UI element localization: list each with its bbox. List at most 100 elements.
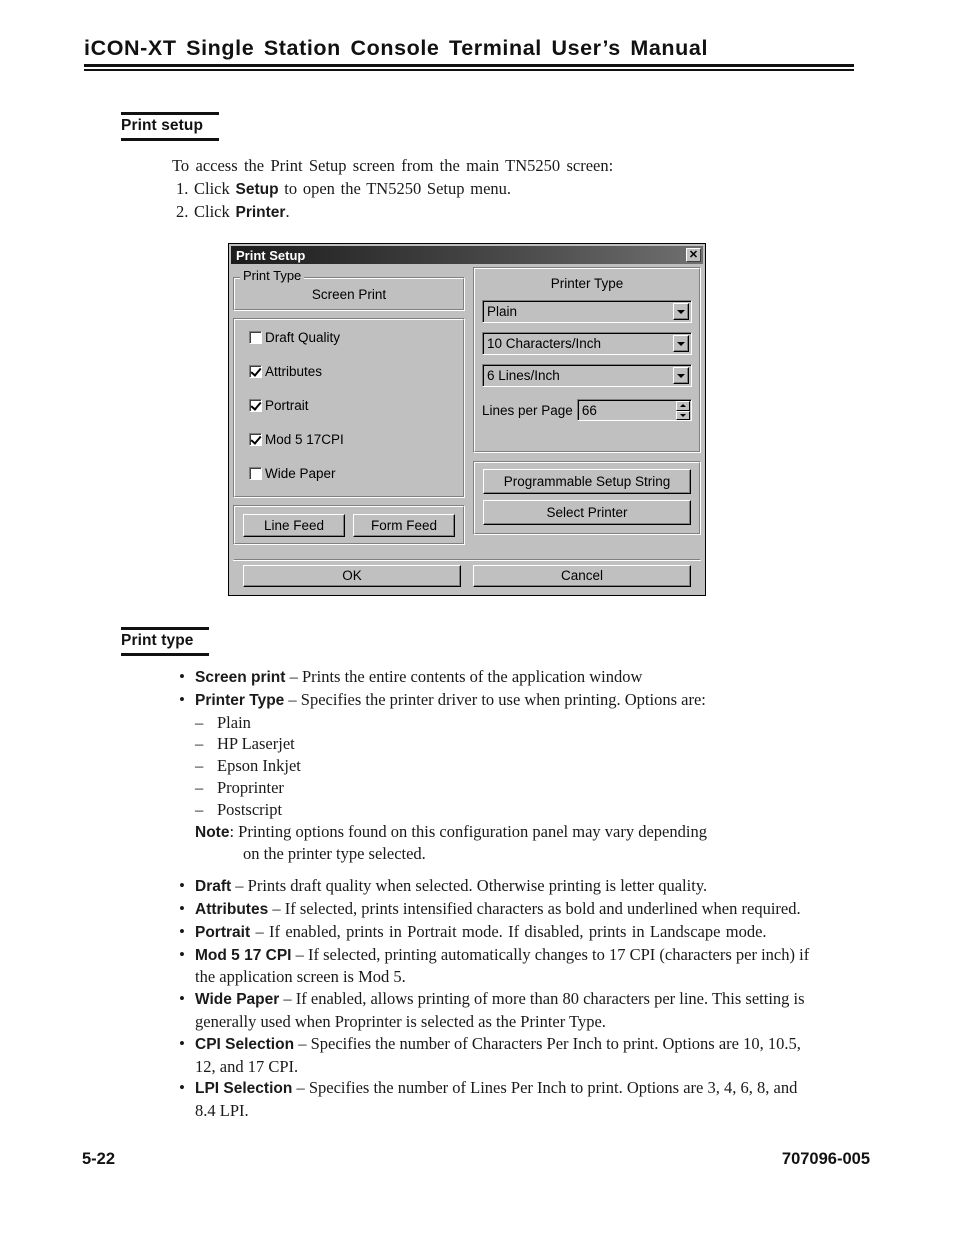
printer-option-label: Postscript	[217, 799, 283, 819]
dialog-body: Print Type Screen Print Draft Quality At…	[233, 267, 701, 591]
note-block: Note: Printing options found on this con…	[171, 821, 821, 866]
feed-buttons-group-inner: Line Feed Form Feed	[234, 506, 464, 544]
checkbox-portrait-icon[interactable]	[249, 398, 262, 412]
intro-step-1: 1. Click Setup to open the TN5250 Setup m…	[172, 178, 812, 202]
dialog-right-column: Printer Type Plain 10 Characters/Inch 6 …	[473, 267, 701, 535]
dash-marker: –	[195, 756, 204, 776]
arrow-down-glyph	[680, 413, 686, 417]
bullet-printer-type: • Printer Type – Specifies the printer d…	[171, 689, 821, 712]
checkbox-draft-quality-icon[interactable]	[249, 330, 262, 344]
page-header: iCON-XT Single Station Console Terminal …	[84, 36, 854, 71]
chevron-down-icon[interactable]	[673, 367, 689, 384]
printer-type-title: Printer Type	[550, 276, 624, 291]
checkbox-wide-paper-icon[interactable]	[249, 466, 262, 480]
intro-lead: To access the Print Setup screen from th…	[172, 156, 614, 175]
lines-per-page-value: 66	[581, 402, 597, 418]
bullet-cpi-selection: • CPI Selection – Specifies the number o…	[171, 1033, 821, 1078]
checkbox-row-attributes[interactable]: Attributes	[249, 354, 463, 388]
print-type-group-title: Print Type	[240, 269, 305, 283]
intro-step-2: 2. Click Printer.	[172, 201, 812, 225]
dialog-left-column: Print Type Screen Print Draft Quality At…	[233, 267, 465, 545]
bullet-screen-print: • Screen print – Prints the entire conte…	[171, 666, 821, 689]
lpi-value: 6 Lines/Inch	[487, 368, 560, 383]
bullet-wide-paper-desc: – If enabled, allows printing of more th…	[195, 989, 805, 1031]
bullet-portrait-term: Portrait	[195, 923, 251, 941]
checkbox-attributes-icon[interactable]	[249, 364, 262, 378]
header-rule-secondary	[84, 69, 854, 71]
close-icon[interactable]: ✕	[686, 248, 701, 262]
chevron-down-icon[interactable]	[673, 335, 689, 352]
section-heading-print-setup-label: Print setup	[121, 117, 204, 134]
ok-button[interactable]: OK	[243, 565, 461, 587]
printer-option-postscript: – Postscript	[171, 799, 821, 821]
heading-rule-top	[121, 627, 209, 630]
printer-option-plain: – Plain	[171, 712, 821, 734]
step-number-1: 1.	[176, 178, 189, 198]
printer-option-label: Plain	[217, 712, 251, 732]
bullet-dot: •	[179, 876, 185, 896]
dash-marker: –	[195, 777, 204, 797]
chevron-down-icon[interactable]	[673, 303, 689, 320]
intro-steps: 1. Click Setup to open the TN5250 Setup m…	[172, 178, 812, 225]
note-line-2: on the printer type selected.	[243, 844, 426, 864]
printer-actions-group: Programmable Setup String Select Printer	[473, 461, 701, 535]
footer-page-number: 5-22	[82, 1150, 116, 1168]
step-1-post: to open the TN5250 Setup menu.	[278, 178, 512, 198]
bullet-dot: •	[179, 689, 185, 709]
bullet-draft-term: Draft	[195, 878, 232, 896]
checkbox-row-wide-paper[interactable]: Wide Paper	[249, 456, 463, 490]
bullet-dot: •	[179, 1033, 185, 1053]
printer-option-label: Proprinter	[217, 777, 284, 797]
bullet-dot: •	[179, 898, 185, 918]
feed-buttons-group: Line Feed Form Feed	[233, 505, 465, 545]
print-type-group: Print Type Screen Print	[233, 269, 465, 311]
cpi-value: 10 Characters/Inch	[487, 336, 602, 351]
bullet-dot: •	[179, 1078, 185, 1098]
lines-per-page-input[interactable]: 66	[576, 399, 692, 421]
checkbox-row-mod5-17cpi[interactable]: Mod 5 17CPI	[249, 422, 463, 456]
screen-print-button[interactable]: Screen Print	[236, 287, 462, 302]
checkbox-row-draft-quality[interactable]: Draft Quality	[249, 320, 463, 354]
bullet-wide-paper-term: Wide Paper	[195, 991, 280, 1009]
footer-document-number: 707096-005	[781, 1150, 870, 1168]
section-heading-print-type-label: Print type	[121, 632, 194, 649]
lines-per-page-input-inner: 66	[578, 400, 691, 420]
dash-marker: –	[195, 712, 204, 732]
printer-actions-group-inner: Programmable Setup String Select Printer	[474, 462, 700, 534]
heading-rule-bottom	[121, 653, 209, 656]
dialog-titlebar[interactable]: Print Setup ✕	[231, 246, 703, 264]
select-printer-button[interactable]: Select Printer	[483, 500, 691, 525]
checkbox-row-portrait[interactable]: Portrait	[249, 388, 463, 422]
heading-rule-bottom	[121, 138, 219, 141]
note-line-1: Note: Printing options found on this con…	[195, 821, 821, 844]
lines-per-page-stepper[interactable]	[676, 401, 690, 420]
header-rule-primary	[84, 64, 854, 67]
step-1-pre: Click	[194, 178, 236, 198]
stepper-down-icon[interactable]	[676, 410, 690, 420]
programmable-setup-string-button[interactable]: Programmable Setup String	[483, 469, 691, 494]
print-options-group: Draft Quality Attributes Portrait Mod 5 …	[233, 318, 465, 498]
print-setup-intro: To access the Print Setup screen from th…	[172, 155, 812, 225]
bullet-dot: •	[179, 667, 185, 686]
printer-option-proprinter: – Proprinter	[171, 777, 821, 799]
printer-type-dropdown[interactable]: Plain	[482, 300, 692, 323]
cpi-dropdown[interactable]: 10 Characters/Inch	[482, 332, 692, 355]
note-text-1: : Printing options found on this configu…	[229, 821, 707, 841]
line-feed-button[interactable]: Line Feed	[243, 514, 345, 537]
bullet-printer-type-desc: – Specifies the printer driver to use wh…	[284, 689, 706, 709]
form-feed-button[interactable]: Form Feed	[353, 514, 455, 537]
bullet-attributes-term: Attributes	[195, 900, 269, 918]
stepper-up-icon[interactable]	[676, 401, 690, 411]
feed-button-row: Line Feed Form Feed	[235, 507, 463, 537]
lpi-dropdown[interactable]: 6 Lines/Inch	[482, 364, 692, 387]
printer-option-label: Epson Inkjet	[217, 756, 301, 776]
step-2-bold: Printer	[235, 204, 286, 221]
step-number-2: 2.	[176, 202, 189, 221]
checkbox-mod5-17cpi-icon[interactable]	[249, 432, 262, 446]
bullet-screen-print-term: Screen print	[195, 669, 286, 686]
step-2-pre: Click	[194, 202, 236, 221]
cancel-button[interactable]: Cancel	[473, 565, 691, 587]
printer-type-value: Plain	[487, 304, 518, 319]
dash-marker: –	[195, 734, 204, 754]
